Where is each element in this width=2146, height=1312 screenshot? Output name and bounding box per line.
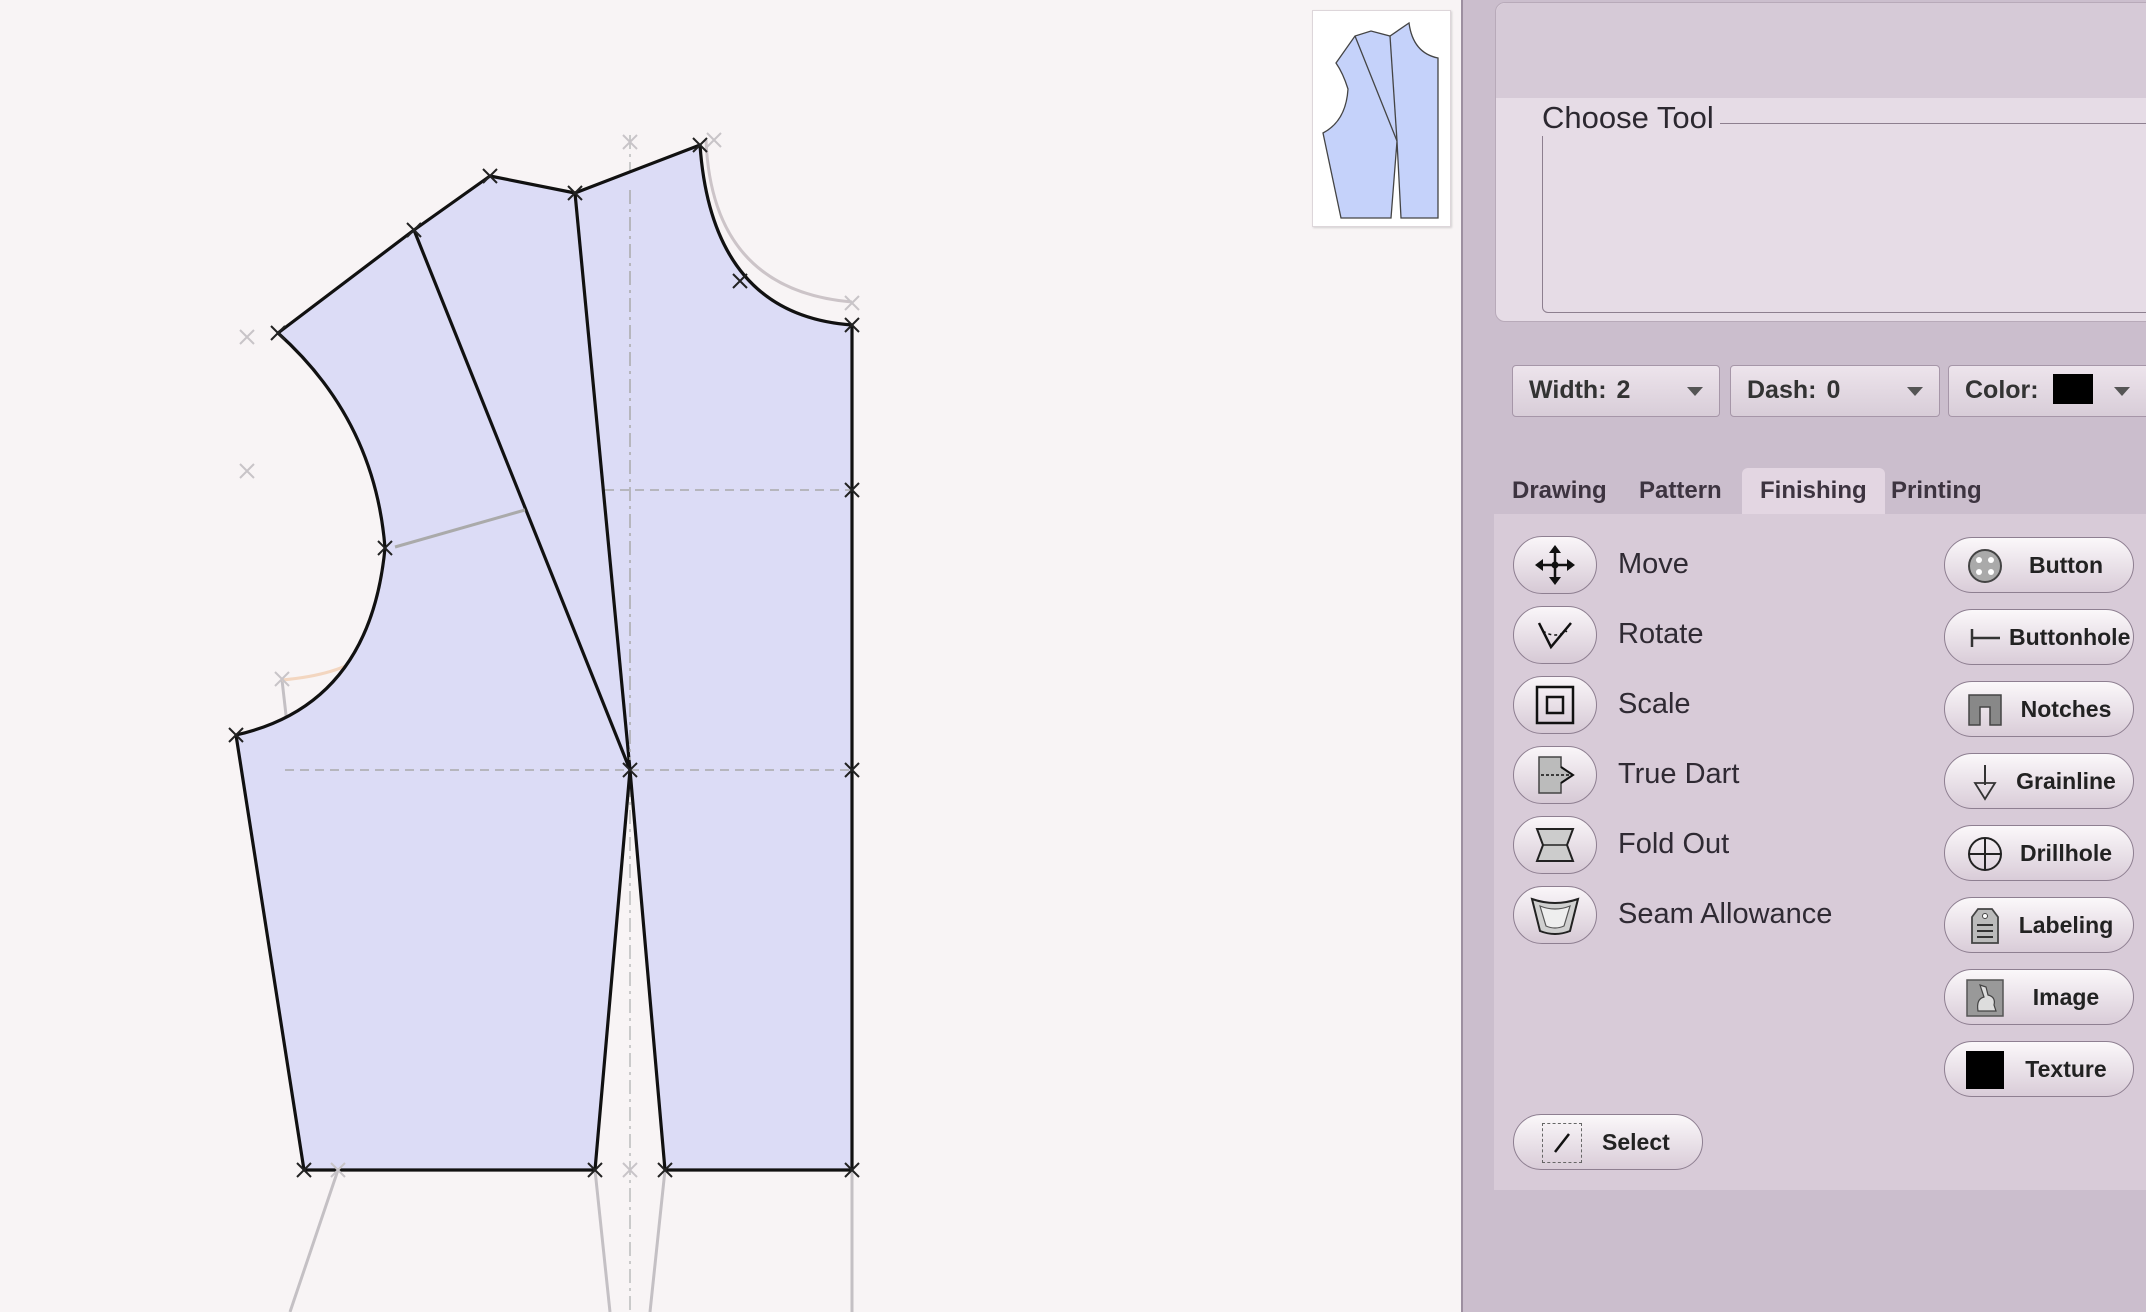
toolbox-header (1496, 3, 2146, 98)
width-label: Width: (1529, 376, 1607, 404)
labeling-label: Labeling (2018, 912, 2114, 938)
thumbnail-drawing (1322, 21, 1439, 219)
button-icon (1968, 549, 2002, 583)
color-swatch (2052, 373, 2093, 404)
move-button[interactable] (1513, 536, 1597, 594)
labeling-icon (1971, 908, 1999, 944)
image-label: Image (2032, 984, 2100, 1010)
scale-label: Scale (1618, 688, 1691, 720)
tab-printing[interactable]: Printing (1873, 468, 2000, 514)
chevron-down-icon (1907, 387, 1923, 396)
grainline-button[interactable]: Grainline (1944, 753, 2134, 809)
choose-tool-frame (1542, 123, 2146, 313)
move-icon (1535, 545, 1575, 585)
width-value: 2 (1616, 376, 1631, 404)
pattern-thumbnail[interactable] (1312, 10, 1451, 227)
move-label: Move (1618, 548, 1689, 580)
grainline-icon (1973, 765, 1997, 801)
toolbox-group (1495, 2, 2146, 322)
texture-button[interactable]: Texture (1944, 1041, 2134, 1097)
select-icon (1542, 1123, 1582, 1163)
drillhole-icon (1968, 837, 2002, 871)
tab-finishing[interactable]: Finishing (1742, 468, 1885, 514)
rotate-label: Rotate (1618, 618, 1704, 650)
button-label: Button (2028, 552, 2104, 578)
labeling-button[interactable]: Labeling (1944, 897, 2134, 953)
notches-icon (1968, 694, 2002, 726)
drillhole-button[interactable]: Drillhole (1944, 825, 2134, 881)
pattern-drawing[interactable] (0, 0, 1461, 1312)
fold-out-button[interactable] (1513, 816, 1597, 874)
tab-pattern[interactable]: Pattern (1621, 468, 1740, 514)
dash-dropdown[interactable]: Dash: 0 (1730, 365, 1940, 417)
notches-button[interactable]: Notches (1944, 681, 2134, 737)
chevron-down-icon (1687, 387, 1703, 396)
grainline-label: Grainline (2016, 768, 2116, 794)
tab-drawing[interactable]: Drawing (1494, 468, 1625, 514)
drawing-canvas[interactable] (0, 0, 1461, 1312)
image-icon (1966, 979, 2004, 1017)
buttonhole-icon (1970, 629, 2000, 647)
true-dart-button[interactable] (1513, 746, 1597, 804)
select-label: Select (1602, 1129, 1670, 1155)
dash-value: 0 (1826, 376, 1841, 404)
color-dropdown[interactable]: Color: (1948, 365, 2146, 417)
chevron-down-icon (2114, 387, 2130, 396)
texture-icon (1966, 1051, 2004, 1089)
choose-tool-title: Choose Tool (1536, 100, 1720, 136)
seam-allowance-label: Seam Allowance (1618, 898, 1833, 930)
color-label: Color: (1965, 376, 2039, 404)
fold-out-label: Fold Out (1618, 828, 1730, 860)
width-dropdown[interactable]: Width: 2 (1512, 365, 1720, 417)
texture-label: Texture (2025, 1056, 2107, 1082)
select-button[interactable]: Select (1513, 1114, 1703, 1170)
pattern-piece-front[interactable] (234, 143, 854, 1172)
rotate-button[interactable] (1513, 606, 1597, 664)
scale-icon (1535, 685, 1575, 725)
scale-button[interactable] (1513, 676, 1597, 734)
button-button[interactable]: Button (1944, 537, 2134, 593)
true-dart-icon (1538, 756, 1575, 794)
buttonhole-button[interactable]: Buttonhole (1944, 609, 2134, 665)
fold-out-icon (1535, 828, 1575, 862)
buttonhole-label: Buttonhole (2009, 624, 2131, 650)
seam-allowance-button[interactable] (1513, 886, 1597, 944)
dash-label: Dash: (1747, 376, 1817, 404)
drillhole-label: Drillhole (2019, 840, 2112, 866)
seam-allowance-icon (1530, 897, 1580, 935)
rotate-icon (1537, 622, 1572, 650)
image-button[interactable]: Image (1944, 969, 2134, 1025)
notches-label: Notches (2020, 696, 2112, 722)
true-dart-label: True Dart (1618, 758, 1740, 790)
